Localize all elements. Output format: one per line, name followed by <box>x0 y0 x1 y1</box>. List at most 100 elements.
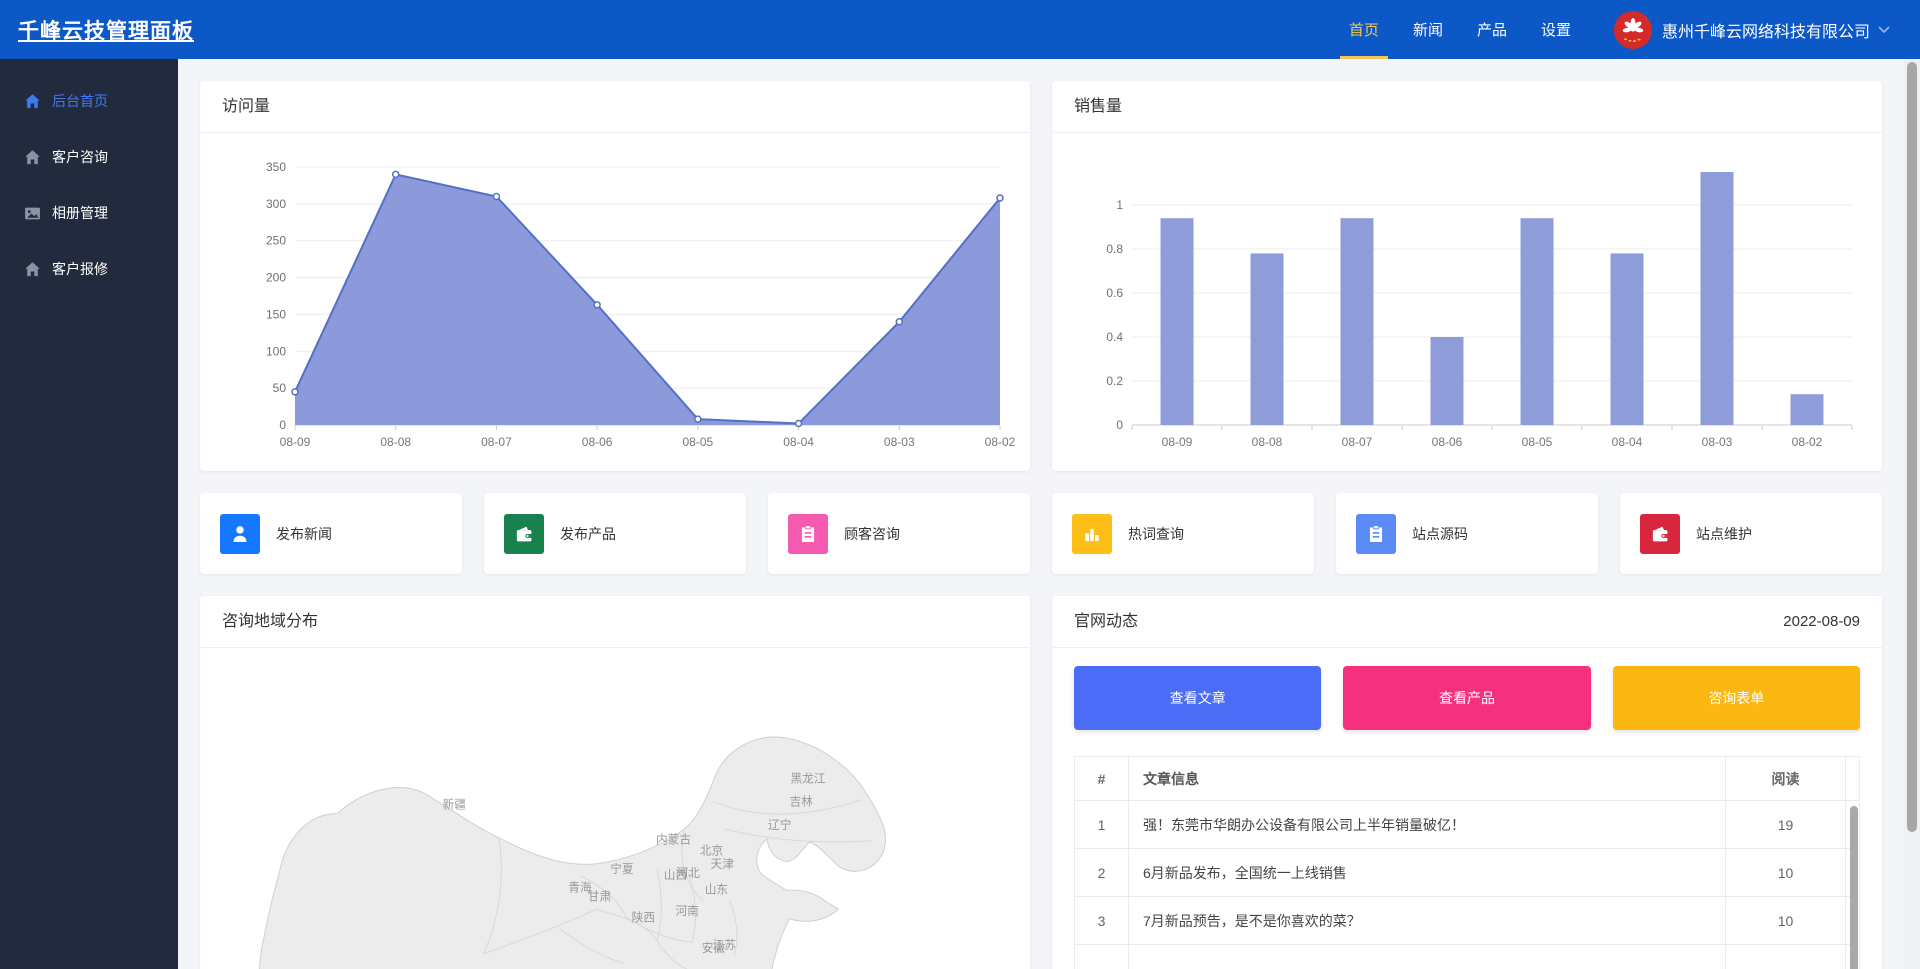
svg-text:08-03: 08-03 <box>1702 435 1733 449</box>
sidebar-item-customer-consult[interactable]: 客户咨询 <box>0 129 178 185</box>
svg-text:08-08: 08-08 <box>1252 435 1283 449</box>
articles-table: # 文章信息 阅读 1 强！东莞市华朗办公设备有限公司上半年销量破亿！ <box>1074 756 1860 969</box>
table-scrollbar[interactable] <box>1850 806 1858 969</box>
svg-text:08-05: 08-05 <box>683 435 714 449</box>
top-header: 千峰云技管理面板 首页 新闻 产品 设置 <box>0 0 1920 59</box>
table-header-row: # 文章信息 阅读 <box>1075 757 1860 801</box>
svg-text:300: 300 <box>266 197 286 211</box>
col-header-num: # <box>1075 757 1129 801</box>
table-row: 3 7月新品预告，是不是你喜欢的菜？ 10 <box>1075 897 1860 945</box>
table-row: 1 强！东莞市华朗办公设备有限公司上半年销量破亿！ 19 <box>1075 801 1860 849</box>
app-title[interactable]: 千峰云技管理面板 <box>18 15 194 45</box>
article-link[interactable]: 强！东莞市华朗办公设备有限公司上半年销量破亿！ <box>1129 801 1726 849</box>
map-title: 咨询地域分布 <box>222 596 318 647</box>
svg-text:08-06: 08-06 <box>1432 435 1463 449</box>
view-articles-button[interactable]: 查看文章 <box>1074 666 1321 730</box>
sales-bar-chart: 0 0.2 0.4 0.6 0.8 1 08-09 08-08 08-07 08-06 08-05 0… <box>1052 133 1882 471</box>
svg-text:0.6: 0.6 <box>1106 286 1123 300</box>
news-title: 官网动态 <box>1074 596 1138 647</box>
svg-text:08-02: 08-02 <box>985 435 1016 449</box>
wallet-icon <box>1640 514 1680 554</box>
company-name: 惠州千峰云网络科技有限公司 <box>1662 18 1870 42</box>
svg-text:08-09: 08-09 <box>280 435 311 449</box>
svg-text:新疆: 新疆 <box>443 798 467 812</box>
quick-action-site-source[interactable]: 站点源码 <box>1336 493 1598 574</box>
table-row-partial <box>1075 945 1860 969</box>
svg-text:1: 1 <box>1116 198 1123 212</box>
svg-text:08-07: 08-07 <box>481 435 512 449</box>
nav-item-home[interactable]: 首页 <box>1332 0 1396 59</box>
svg-text:0.4: 0.4 <box>1106 330 1123 344</box>
svg-text:河北: 河北 <box>676 867 700 880</box>
svg-text:08-04: 08-04 <box>1612 435 1643 449</box>
chevron-down-icon <box>1878 26 1890 34</box>
svg-text:江苏: 江苏 <box>713 939 737 952</box>
quick-action-hot-words[interactable]: 热词查询 <box>1052 493 1314 574</box>
visits-chart-title: 访问量 <box>222 81 270 132</box>
visits-chart-card: 访问量 05010015020025030035008-0908-0808-07… <box>200 81 1030 471</box>
svg-text:辽宁: 辽宁 <box>768 818 791 832</box>
nav-item-settings[interactable]: 设置 <box>1524 0 1588 59</box>
svg-text:吉林: 吉林 <box>789 795 813 809</box>
user-menu[interactable]: 惠州千峰云网络科技有限公司 <box>1614 11 1890 49</box>
visits-area-chart: 05010015020025030035008-0908-0808-0708-0… <box>200 133 1030 471</box>
quick-action-customer-inquiry[interactable]: 顾客咨询 <box>768 493 1030 574</box>
nav-item-products[interactable]: 产品 <box>1460 0 1524 59</box>
article-link[interactable]: 7月新品预告，是不是你喜欢的菜？ <box>1129 897 1726 945</box>
site-news-card: 官网动态 2022-08-09 查看文章 查看产品 咨询表单 # <box>1052 596 1882 969</box>
svg-text:08-02: 08-02 <box>1792 435 1823 449</box>
col-header-reads: 阅读 <box>1726 757 1846 801</box>
clipboard-icon <box>788 514 828 554</box>
company-logo-avatar <box>1614 11 1652 49</box>
svg-text:天津: 天津 <box>711 858 735 871</box>
sidebar-item-dashboard[interactable]: 后台首页 <box>0 73 178 129</box>
svg-text:350: 350 <box>266 160 286 174</box>
svg-text:0.8: 0.8 <box>1106 242 1123 256</box>
svg-text:0: 0 <box>279 418 286 432</box>
svg-text:08-07: 08-07 <box>1342 435 1373 449</box>
sidebar-item-customer-repair[interactable]: 客户报修 <box>0 241 178 297</box>
page-scrollbar[interactable] <box>1904 59 1920 969</box>
svg-text:200: 200 <box>266 271 286 285</box>
svg-text:内蒙古: 内蒙古 <box>656 833 691 847</box>
svg-text:河南: 河南 <box>675 904 698 918</box>
article-link[interactable]: 6月新品发布，全国统一上线销售 <box>1129 849 1726 897</box>
svg-text:山东: 山东 <box>705 883 728 896</box>
quick-actions-row: 发布新闻 发布产品 顾客咨询 热词查询 <box>200 493 1882 574</box>
svg-text:北京: 北京 <box>700 843 723 857</box>
sales-chart-card: 销售量 0 0.2 0.4 0.6 0.8 1 08-09 08-08 08-07 08-06 08… <box>1052 81 1882 471</box>
col-header-info: 文章信息 <box>1129 757 1726 801</box>
bar-chart-icon <box>1072 514 1112 554</box>
page-scrollbar-thumb[interactable] <box>1907 62 1917 832</box>
svg-text:0.2: 0.2 <box>1106 374 1123 388</box>
svg-text:0: 0 <box>1116 418 1123 432</box>
view-products-button[interactable]: 查看产品 <box>1343 666 1590 730</box>
svg-text:50: 50 <box>273 381 287 395</box>
sidebar: 后台首页 客户咨询 相册管理 客户报修 <box>0 59 178 969</box>
svg-text:08-08: 08-08 <box>380 435 411 449</box>
svg-text:宁夏: 宁夏 <box>610 862 634 876</box>
svg-text:陕西: 陕西 <box>632 911 655 925</box>
sales-chart-title: 销售量 <box>1074 81 1122 132</box>
sidebar-item-album-management[interactable]: 相册管理 <box>0 185 178 241</box>
clipboard-icon <box>1356 514 1396 554</box>
svg-text:08-05: 08-05 <box>1522 435 1553 449</box>
quick-action-site-maintenance[interactable]: 站点维护 <box>1620 493 1882 574</box>
nav-item-news[interactable]: 新闻 <box>1396 0 1460 59</box>
svg-text:08-06: 08-06 <box>582 435 613 449</box>
home-icon <box>24 93 41 110</box>
svg-text:08-03: 08-03 <box>884 435 915 449</box>
home-icon <box>24 149 41 166</box>
table-row: 2 6月新品发布，全国统一上线销售 10 <box>1075 849 1860 897</box>
top-nav: 首页 新闻 产品 设置 <box>1332 0 1588 59</box>
quick-action-publish-news[interactable]: 发布新闻 <box>200 493 462 574</box>
region-map-card: 咨询地域分布 <box>200 596 1030 969</box>
inquiry-form-button[interactable]: 咨询表单 <box>1613 666 1860 730</box>
china-map: 新疆黑龙江吉林辽宁内蒙古北京天津宁夏山西河北青海甘肃山东河南陕西安徽江苏 <box>238 678 998 969</box>
news-date: 2022-08-09 <box>1783 596 1860 647</box>
main-content: 访问量 05010015020025030035008-0908-0808-07… <box>178 59 1920 969</box>
svg-text:08-09: 08-09 <box>1162 435 1193 449</box>
svg-text:黑龙江: 黑龙江 <box>790 772 825 785</box>
home-icon <box>24 261 41 278</box>
quick-action-publish-product[interactable]: 发布产品 <box>484 493 746 574</box>
